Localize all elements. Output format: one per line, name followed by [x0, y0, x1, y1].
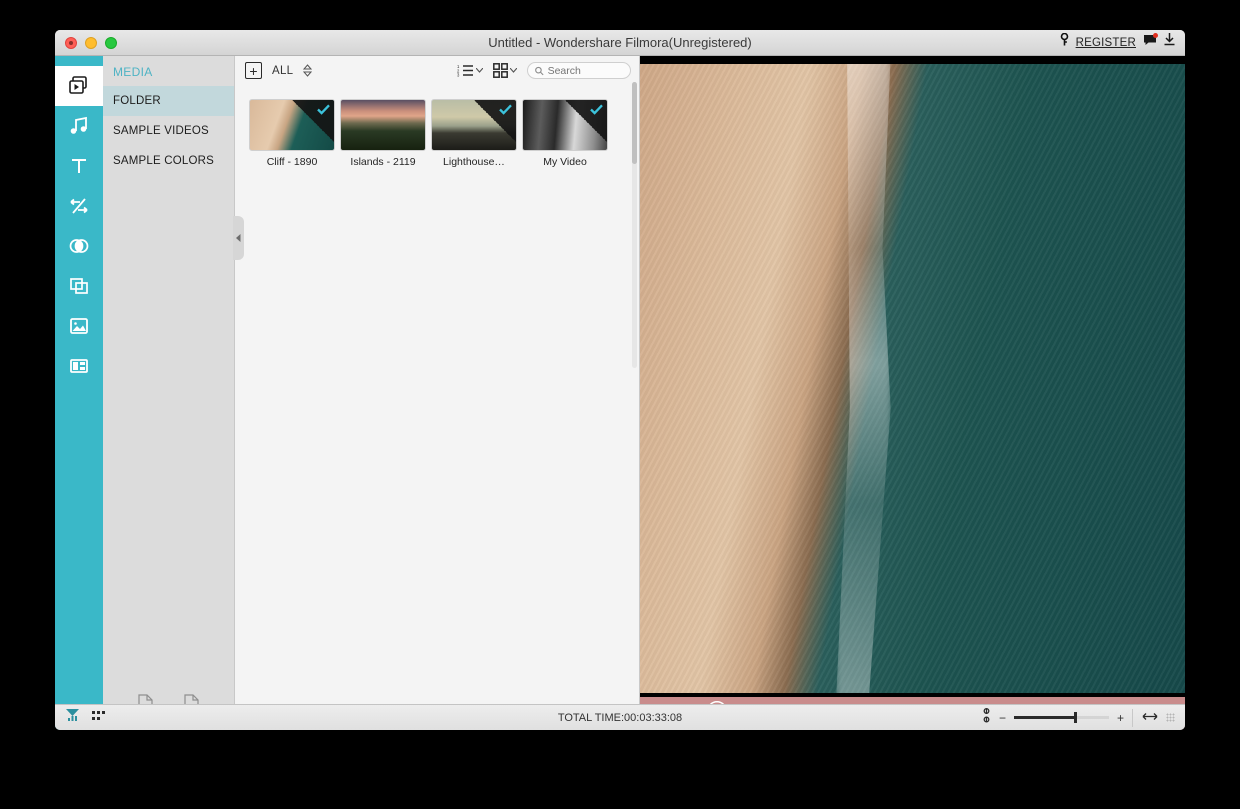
sidebar-item-sample-colors[interactable]: SAMPLE COLORS — [103, 146, 234, 176]
elements-tab[interactable] — [55, 266, 103, 306]
media-thumbnail[interactable] — [431, 99, 517, 151]
zoom-controls: − + — [982, 707, 1175, 728]
media-item-label: My Video — [543, 156, 587, 168]
left-icon-rail — [55, 56, 103, 730]
chevron-left-icon — [236, 234, 241, 242]
resize-grip[interactable] — [1166, 713, 1175, 722]
preview-panel — [640, 56, 1185, 730]
layouts-tab[interactable] — [55, 346, 103, 386]
feedback-bubble-icon[interactable] — [1143, 30, 1158, 56]
media-item-label: Lighthouse… — [443, 156, 505, 168]
preview-video[interactable] — [640, 56, 1185, 697]
media-item[interactable]: Islands - 2119 — [340, 99, 426, 168]
key-icon — [1060, 30, 1069, 56]
register-link[interactable]: REGISTER — [1076, 30, 1136, 56]
selected-overlay — [565, 100, 607, 142]
media-item-label: Islands - 2119 — [350, 156, 416, 168]
zoom-slider[interactable] — [1013, 712, 1109, 723]
media-scrollbar[interactable] — [632, 82, 637, 368]
zoom-in-button[interactable]: + — [1117, 711, 1124, 725]
title-bar: Untitled - Wondershare Filmora(Unregiste… — [55, 30, 1185, 56]
media-tab[interactable] — [55, 66, 103, 106]
sidebar-item-folder[interactable]: FOLDER — [103, 86, 234, 116]
fit-timeline-icon[interactable] — [1132, 708, 1158, 727]
search-input[interactable] — [547, 64, 623, 77]
link-icon[interactable] — [982, 707, 991, 728]
sidebar-header: MEDIA — [113, 65, 153, 79]
sort-list-icon[interactable]: 123 — [457, 64, 483, 77]
media-item[interactable]: Cliff - 1890 — [249, 99, 335, 168]
svg-text:3: 3 — [457, 73, 460, 77]
zoom-out-button[interactable]: − — [999, 711, 1006, 725]
media-thumbnail[interactable] — [340, 99, 426, 151]
effects-tab[interactable] — [55, 226, 103, 266]
chevron-down-icon — [510, 68, 517, 73]
media-filter-stepper[interactable] — [303, 64, 313, 77]
collapse-panel-button[interactable] — [233, 216, 244, 260]
media-toolbar: + ALL 123 — [235, 56, 639, 85]
media-thumbnail[interactable] — [522, 99, 608, 151]
media-item-label: Cliff - 1890 — [266, 156, 318, 168]
search-icon — [535, 66, 544, 75]
search-box[interactable] — [527, 62, 631, 79]
titles-tab[interactable] — [55, 146, 103, 186]
check-icon — [317, 104, 330, 115]
transitions-tab[interactable] — [55, 186, 103, 226]
check-icon — [590, 104, 603, 115]
media-thumbnail[interactable] — [249, 99, 335, 151]
title-bar-actions: REGISTER — [1060, 30, 1175, 56]
split-screen-tab[interactable] — [55, 306, 103, 346]
download-icon[interactable] — [1164, 30, 1175, 56]
check-icon — [499, 104, 512, 115]
media-sidebar: MEDIA FOLDER SAMPLE VIDEOS SAMPLE COLORS — [103, 56, 244, 730]
sidebar-item-sample-videos[interactable]: SAMPLE VIDEOS — [103, 116, 234, 146]
filmora-window: Untitled - Wondershare Filmora(Unregiste… — [55, 30, 1185, 730]
status-bar: TOTAL TIME:00:03:33:08 − + — [55, 704, 1185, 730]
media-grid: Cliff - 1890 Islands - 2119 Lighthouse… — [235, 85, 639, 730]
media-filter-label: ALL — [272, 64, 294, 77]
media-item[interactable]: My Video — [522, 99, 608, 168]
audio-tab[interactable] — [55, 106, 103, 146]
media-item[interactable]: Lighthouse… — [431, 99, 517, 168]
grid-view-icon[interactable] — [493, 63, 517, 78]
selected-overlay — [474, 100, 516, 142]
main-body: MEDIA FOLDER SAMPLE VIDEOS SAMPLE COLORS… — [55, 56, 1185, 730]
chevron-down-icon — [476, 68, 483, 73]
selected-overlay — [292, 100, 334, 142]
media-browser: + ALL 123 Search Cliff - 1890 Islands - … — [235, 56, 640, 730]
window-title: Untitled - Wondershare Filmora(Unregiste… — [488, 35, 752, 50]
add-media-button[interactable]: + — [245, 62, 262, 79]
